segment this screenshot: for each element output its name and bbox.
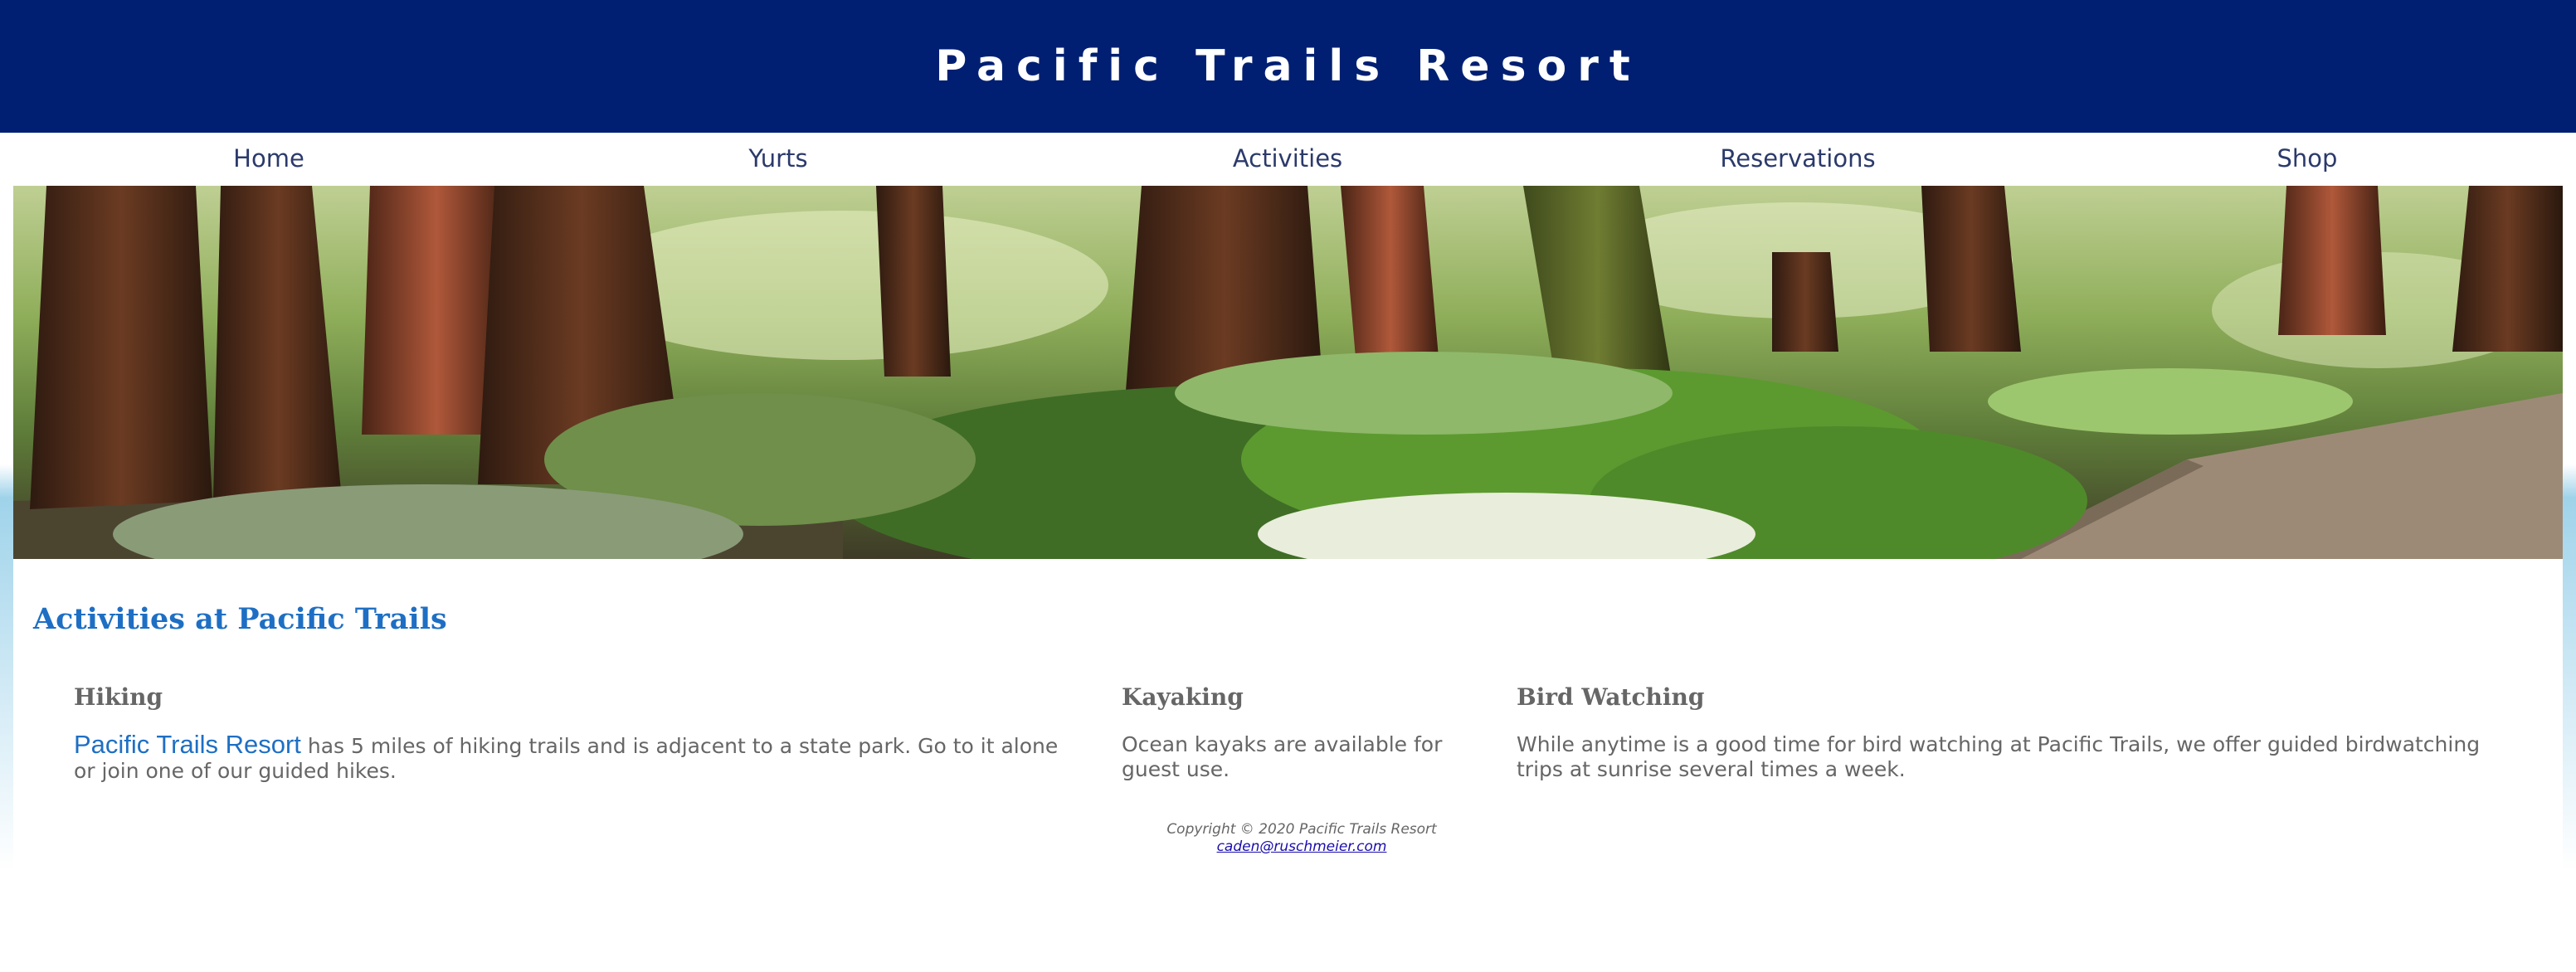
activity-description: Pacific Trails Resort has 5 miles of hik…: [74, 730, 1059, 783]
site-footer: Copyright © 2020 Pacific Trails Resort c…: [1108, 821, 1495, 856]
nav-item-home[interactable]: Home: [233, 144, 304, 173]
activity-title: Hiking: [74, 683, 163, 711]
activity-bird-watching: Bird Watching While anytime is a good ti…: [1517, 683, 2529, 782]
activity-title: Bird Watching: [1517, 683, 1705, 711]
site-title: Pacific Trails Resort: [935, 41, 1641, 91]
resort-name-link: Pacific Trails Resort: [74, 730, 301, 759]
nav-item-yurts[interactable]: Yurts: [748, 144, 807, 173]
main-content: Activities at Pacific Trails Hiking Paci…: [13, 559, 2563, 871]
page-heading: Activities at Pacific Trails: [33, 602, 447, 636]
email-link[interactable]: caden@ruschmeier.com: [1217, 838, 1387, 855]
copyright-text: Copyright © 2020 Pacific Trails Resort: [1166, 821, 1437, 838]
activity-kayaking: Kayaking Ocean kayaks are available for …: [1122, 683, 1454, 782]
activity-description: While anytime is a good time for bird wa…: [1517, 732, 2481, 781]
nav-item-shop[interactable]: Shop: [2277, 144, 2338, 173]
site-header: Pacific Trails Resort: [0, 0, 2576, 133]
activity-description: Ocean kayaks are available for guest use…: [1122, 732, 1443, 781]
activity-title: Kayaking: [1122, 683, 1244, 711]
activity-hiking: Hiking Pacific Trails Resort has 5 miles…: [74, 683, 1069, 784]
hero-forest-image: [13, 186, 2563, 559]
nav-item-activities[interactable]: Activities: [1233, 144, 1342, 173]
main-navigation: Home Yurts Activities Reservations Shop: [0, 133, 2576, 186]
nav-item-reservations[interactable]: Reservations: [1720, 144, 1875, 173]
